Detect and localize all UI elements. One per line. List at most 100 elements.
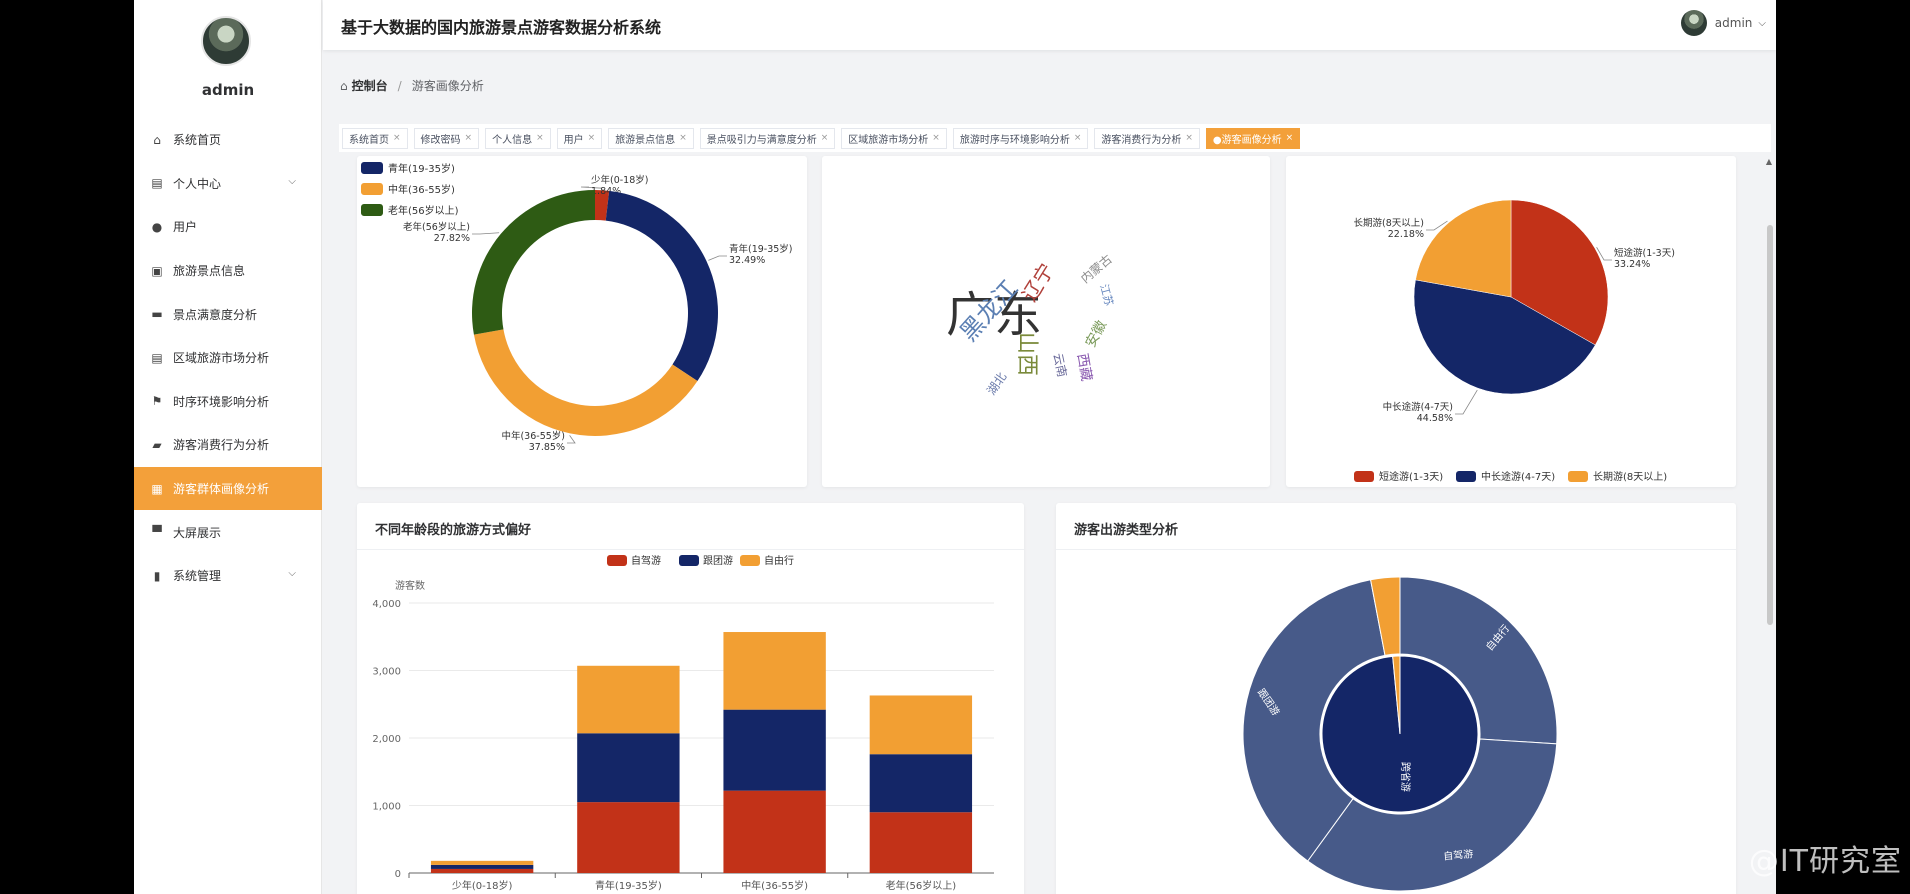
legend-label: 中年(36-55岁) (388, 183, 455, 196)
tab-tag[interactable]: ●游客画像分析 × (1205, 127, 1301, 149)
legend-swatch[interactable] (607, 555, 627, 566)
close-icon[interactable]: × (393, 133, 401, 143)
tab-tag[interactable]: 区域旅游市场分析 × (841, 127, 947, 149)
sidebar-item-label: 游客消费行为分析 (173, 438, 270, 453)
tab-tag-label: 游客消费行为分析 (1101, 134, 1182, 146)
legend-label: 青年(19-35岁) (388, 162, 455, 175)
sidebar-menu: ⌂ 系统首页 ▤ 个人中心 ⌵ ● 用户 ▣ 旅游景点信息 ▬ 景点满意度分析 ▤ 区域旅游市场分析 ⚑ 时… (134, 118, 322, 598)
y-axis-label: 游客数 (395, 579, 425, 592)
bar-segment[interactable] (577, 733, 680, 803)
close-icon[interactable]: × (536, 133, 544, 143)
inner-slice-label: 跨省游 (1399, 762, 1412, 792)
scroll-up-arrow-icon[interactable]: ▲ (1766, 157, 1772, 166)
page-scrollbar[interactable] (1767, 225, 1773, 625)
legend-swatch[interactable] (361, 162, 383, 174)
legend-swatch[interactable] (1354, 471, 1374, 482)
bar-segment[interactable] (869, 812, 973, 873)
legend-swatch[interactable] (679, 555, 699, 566)
close-icon[interactable]: × (679, 133, 687, 143)
bar-segment[interactable] (723, 709, 826, 791)
pie-slice[interactable] (1415, 199, 1512, 298)
close-icon[interactable]: × (1074, 133, 1082, 143)
wordcloud-word: 山西 (1014, 332, 1039, 376)
tab-tag-label: 区域旅游市场分析 (848, 134, 929, 146)
sidebar-item[interactable]: ▤ 区域旅游市场分析 (134, 336, 322, 380)
tab-tag[interactable]: 用户 × (556, 127, 603, 149)
close-icon[interactable]: × (932, 133, 940, 143)
y-tick-label: 4,000 (372, 599, 401, 610)
bar-segment[interactable] (430, 868, 534, 873)
sidebar-item[interactable]: ▬ 景点满意度分析 (134, 292, 322, 336)
tab-tag-label: 景点吸引力与满意度分析 (706, 134, 817, 146)
tab-tag[interactable]: 游客消费行为分析 × (1094, 127, 1200, 149)
breadcrumb: ⌂ 控制台 / 游客画像分析 (340, 77, 484, 94)
slice-leader-line (708, 255, 727, 261)
close-icon[interactable]: × (588, 133, 596, 143)
legend-swatch[interactable] (740, 555, 760, 566)
sidebar: admin ⌂ 系统首页 ▤ 个人中心 ⌵ ● 用户 ▣ 旅游景点信息 ▬ 景点满意度分析 ▤ 区域旅游… (134, 0, 322, 894)
flag-icon: ⚑ (151, 394, 163, 409)
sidebar-item[interactable]: ▀ 大屏展示 (134, 510, 322, 554)
app-window: admin ⌂ 系统首页 ▤ 个人中心 ⌵ ● 用户 ▣ 旅游景点信息 ▬ 景点满意度分析 ▤ 区域旅游… (134, 0, 1776, 894)
tab-tag[interactable]: 景点吸引力与满意度分析 × (699, 127, 836, 149)
bar-segment[interactable] (430, 860, 534, 865)
top-header: 基于大数据的国内旅游景点游客数据分析系统 admin ⌵ (323, 0, 1776, 50)
breadcrumb-home[interactable]: 控制台 (352, 77, 388, 94)
slice-name-label: 青年(19-35岁) (729, 243, 793, 255)
tab-tag[interactable]: 个人信息 × (485, 127, 551, 149)
slice-name-label: 中长途游(4-7天) (1383, 401, 1453, 413)
donut-slice[interactable] (473, 329, 698, 436)
legend-swatch[interactable] (361, 204, 383, 216)
wordcloud-word: 安徽 (1083, 318, 1110, 350)
close-icon[interactable]: × (465, 133, 473, 143)
legend-swatch[interactable] (1568, 471, 1588, 482)
header-user-menu[interactable]: admin ⌵ (1680, 10, 1766, 36)
bar-segment[interactable] (577, 802, 680, 873)
sidebar-username: admin (201, 81, 255, 99)
header-avatar[interactable] (1680, 10, 1707, 36)
bar-segment[interactable] (723, 790, 826, 873)
briefcase-icon: ▬ (151, 307, 163, 322)
sidebar-item[interactable]: ▣ 旅游景点信息 (134, 249, 322, 293)
slice-leader-line (472, 232, 500, 235)
bar-segment[interactable] (869, 695, 973, 755)
user-avatar[interactable] (201, 16, 251, 66)
slice-percent-label: 33.24% (1614, 259, 1650, 270)
tab-tag-label: 系统首页 (349, 134, 389, 146)
slice-percent-label: 37.85% (529, 442, 565, 453)
donut-slice[interactable] (472, 190, 595, 335)
bar-segment[interactable] (869, 754, 973, 813)
province-wordcloud: 广东黑龙江辽宁 内蒙古山西江苏安徽云南湖北西藏 (946, 251, 1116, 397)
tab-tag-label: 旅游时序与环境影响分析 (959, 134, 1070, 146)
tab-tag[interactable]: 旅游景点信息 × (608, 127, 694, 149)
bar-segment[interactable] (430, 864, 534, 869)
bar-segment[interactable] (577, 665, 680, 734)
close-icon[interactable]: × (821, 133, 829, 143)
sidebar-item[interactable]: ⌂ 系统首页 (134, 118, 322, 162)
wordcloud-word: 湖北 (983, 369, 1009, 397)
donut-slice[interactable] (605, 190, 718, 382)
legend-label: 长期游(8天以上) (1593, 470, 1667, 483)
chevron-down-icon: ⌵ (288, 175, 296, 187)
sidebar-item-label: 游客群体画像分析 (173, 482, 270, 497)
sidebar-item[interactable]: ▰ 游客消费行为分析 (134, 423, 322, 467)
sidebar-item[interactable]: ⚑ 时序环境影响分析 (134, 380, 322, 424)
sidebar-item[interactable]: ▤ 个人中心 ⌵ (134, 162, 322, 206)
slice-percent-label: 22.18% (1388, 229, 1424, 240)
sidebar-item[interactable]: ▦ 游客群体画像分析 (134, 466, 322, 511)
sidebar-item-label: 旅游景点信息 (173, 264, 246, 279)
tab-tag[interactable]: 旅游时序与环境影响分析 × (952, 127, 1089, 149)
tab-tag[interactable]: 修改密码 × (413, 127, 480, 149)
tab-tag[interactable]: 系统首页 × (342, 127, 408, 149)
wordcloud-word: 云南 (1051, 352, 1071, 379)
home-icon: ⌂ (340, 78, 348, 93)
close-icon[interactable]: × (1286, 133, 1294, 143)
sidebar-item[interactable]: ▮ 系统管理 ⌵ (134, 554, 322, 598)
sidebar-item[interactable]: ● 用户 (134, 205, 322, 249)
legend-swatch[interactable] (361, 183, 383, 195)
legend-swatch[interactable] (1456, 471, 1476, 482)
bar-segment[interactable] (723, 632, 826, 710)
clipboard-x-icon: ▣ (151, 263, 163, 278)
close-icon[interactable]: × (1185, 133, 1193, 143)
legend-label: 中长途游(4-7天) (1481, 470, 1555, 483)
